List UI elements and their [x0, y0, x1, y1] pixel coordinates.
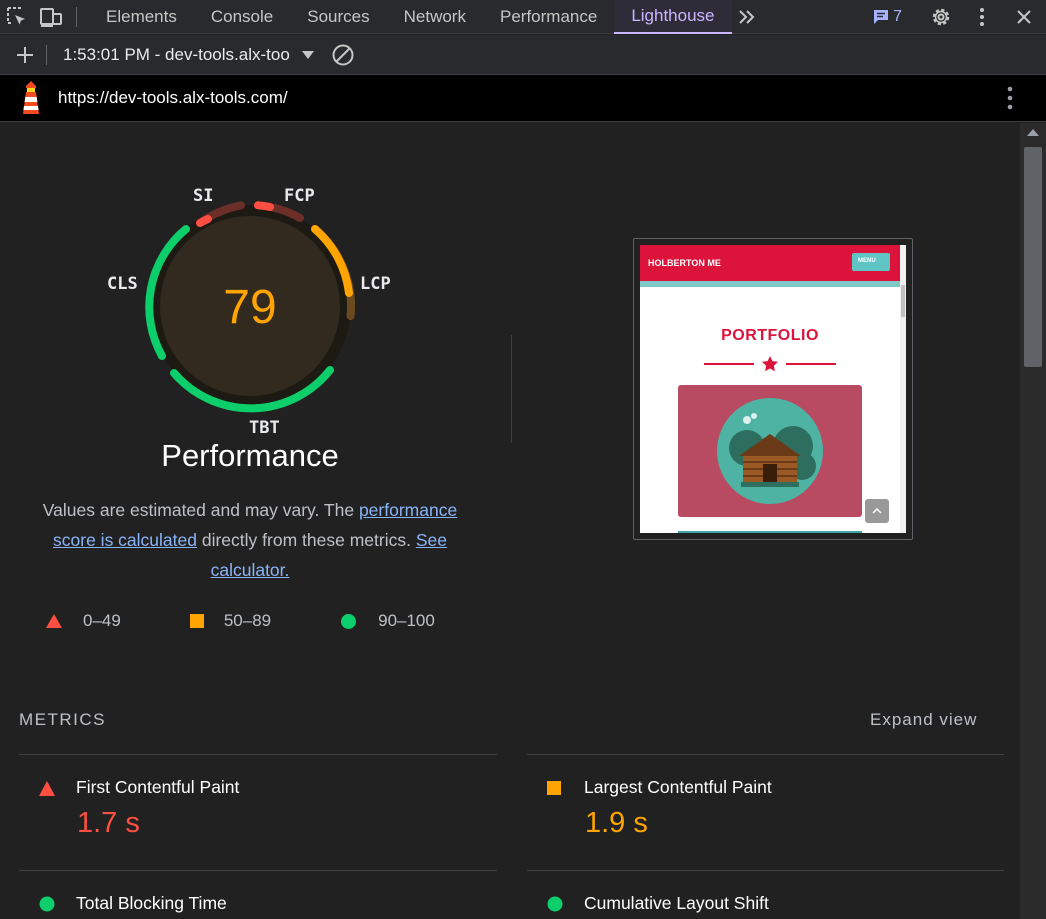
tab-performance[interactable]: Performance — [483, 0, 614, 34]
performance-title: Performance — [161, 438, 339, 473]
lighthouse-toolbar: 1:53:01 PM - dev-tools.alx-too — [0, 35, 1046, 75]
chevron-up-icon — [872, 507, 882, 514]
screenshot-star-icon — [762, 356, 778, 372]
tab-elements[interactable]: Elements — [89, 0, 194, 34]
tab-lighthouse[interactable]: Lighthouse — [614, 0, 732, 34]
legend-average: 50–89 — [189, 611, 272, 631]
devtools-tab-bar: Elements Console Sources Network Perform… — [0, 0, 1046, 34]
report-url-bar: https://dev-tools.alx-tools.com/ — [0, 75, 1046, 122]
dropdown-arrow-icon — [301, 50, 314, 59]
settings-gear-icon[interactable] — [920, 0, 962, 34]
screenshot-divider-left — [704, 363, 754, 365]
average-square-icon — [189, 614, 204, 628]
screenshot-page: HOLBERTON ME MENU PORTFOLIO — [640, 245, 906, 533]
metric-tbt: Total Blocking Time — [19, 893, 497, 919]
gauge-label-si: SI — [193, 186, 214, 206]
toolbar-divider — [46, 44, 47, 65]
issues-count: 7 — [893, 7, 902, 25]
gauge-label-fcp: FCP — [284, 186, 315, 206]
close-icon[interactable] — [1002, 0, 1046, 34]
gauge-arc-fcp — [254, 201, 274, 211]
metrics-divider-right-1 — [527, 754, 1004, 755]
metric-fcp: First Contentful Paint 1.7 s — [19, 777, 497, 847]
metric-lcp-title: Largest Contentful Paint — [584, 777, 772, 797]
metrics-heading: METRICS — [19, 710, 106, 729]
legend-pass: 90–100 — [341, 611, 435, 631]
average-square-icon — [547, 781, 561, 795]
report-url[interactable]: https://dev-tools.alx-tools.com/ — [58, 88, 288, 108]
screenshot-heading: PORTFOLIO — [721, 327, 819, 344]
metric-cls-title: Cumulative Layout Shift — [584, 893, 769, 913]
metric-tbt-title: Total Blocking Time — [76, 893, 227, 913]
pass-circle-icon — [547, 896, 563, 912]
metrics-divider-right-2 — [527, 870, 1004, 871]
gauge-label-lcp: LCP — [360, 274, 391, 294]
screenshot-menu-text: MENU — [858, 258, 876, 264]
final-screenshot[interactable]: HOLBERTON ME MENU PORTFOLIO — [633, 238, 913, 540]
legend-pass-label: 90–100 — [378, 611, 435, 630]
gauge-label-cls: CLS — [107, 274, 138, 294]
legend-average-label: 50–89 — [223, 611, 272, 630]
lighthouse-logo-icon — [23, 81, 39, 114]
screenshot-header: HOLBERTON ME MENU — [640, 245, 900, 281]
more-tabs-icon[interactable] — [732, 0, 762, 34]
gauge-label-tbt: TBT — [249, 418, 280, 438]
issues-badge[interactable]: 7 — [873, 8, 902, 26]
report-selector-label: 1:53:01 PM - dev-tools.alx-too — [63, 44, 290, 64]
report-selector[interactable]: 1:53:01 PM - dev-tools.alx-too — [63, 45, 314, 65]
message-icon — [874, 9, 889, 24]
metric-lcp: Largest Contentful Paint 1.9 s — [527, 777, 1004, 847]
report-content: 79 SI FCP LCP CLS TBT Performance Values… — [0, 123, 1020, 919]
metric-fcp-title: First Contentful Paint — [76, 777, 240, 797]
more-options-icon[interactable] — [962, 0, 1002, 34]
screenshot-next-card — [678, 531, 862, 533]
performance-description: Values are estimated and may vary. The p… — [30, 495, 470, 585]
score-legend: 0–49 50–89 90–100 — [46, 611, 435, 631]
screenshot-scroll-top-button — [865, 499, 889, 523]
section-divider — [511, 335, 512, 443]
screenshot-divider-right — [786, 363, 836, 365]
screenshot-portfolio-card — [678, 385, 862, 517]
screenshot-menu-button: MENU — [852, 253, 890, 271]
legend-fail: 0–49 — [46, 611, 121, 631]
legend-fail-label: 0–49 — [83, 611, 121, 630]
cabin-illustration-icon — [717, 398, 823, 504]
screenshot-header-text: HOLBERTON ME — [648, 258, 721, 268]
metrics-divider-left-1 — [19, 754, 497, 755]
fail-triangle-icon — [39, 781, 55, 796]
inspect-element-icon[interactable] — [0, 0, 34, 34]
desc-text-2: directly from these metrics. — [197, 530, 416, 550]
performance-gauge: 79 SI FCP LCP CLS TBT — [100, 183, 400, 473]
metric-cls: Cumulative Layout Shift — [527, 893, 1004, 919]
device-toolbar-icon[interactable] — [34, 0, 68, 34]
gauge-arc-si — [196, 215, 212, 227]
report-scrollbar[interactable] — [1020, 123, 1046, 919]
clear-reports-icon[interactable] — [326, 38, 360, 72]
screenshot-scrollbar — [900, 245, 906, 533]
report-menu-icon[interactable] — [1007, 85, 1013, 111]
pass-circle-icon — [39, 896, 55, 912]
fail-triangle-icon — [46, 614, 62, 628]
pass-circle-icon — [341, 613, 357, 629]
gauge-score: 79 — [223, 281, 276, 334]
expand-view-toggle[interactable]: Expand view — [870, 710, 977, 730]
tab-console[interactable]: Console — [194, 0, 290, 34]
tab-network[interactable]: Network — [387, 0, 483, 34]
scroll-up-arrow-icon[interactable] — [1027, 129, 1039, 136]
tab-sources[interactable]: Sources — [290, 0, 386, 34]
desc-text-1: Values are estimated and may vary. The — [42, 500, 359, 520]
metric-lcp-value: 1.9 s — [585, 807, 648, 839]
toolbar-divider — [76, 6, 77, 27]
screenshot-teal-strip — [640, 281, 900, 287]
new-report-plus-icon[interactable] — [8, 38, 42, 72]
scrollbar-thumb[interactable] — [1024, 147, 1042, 367]
metric-fcp-value: 1.7 s — [77, 807, 140, 839]
metrics-divider-left-2 — [19, 870, 497, 871]
